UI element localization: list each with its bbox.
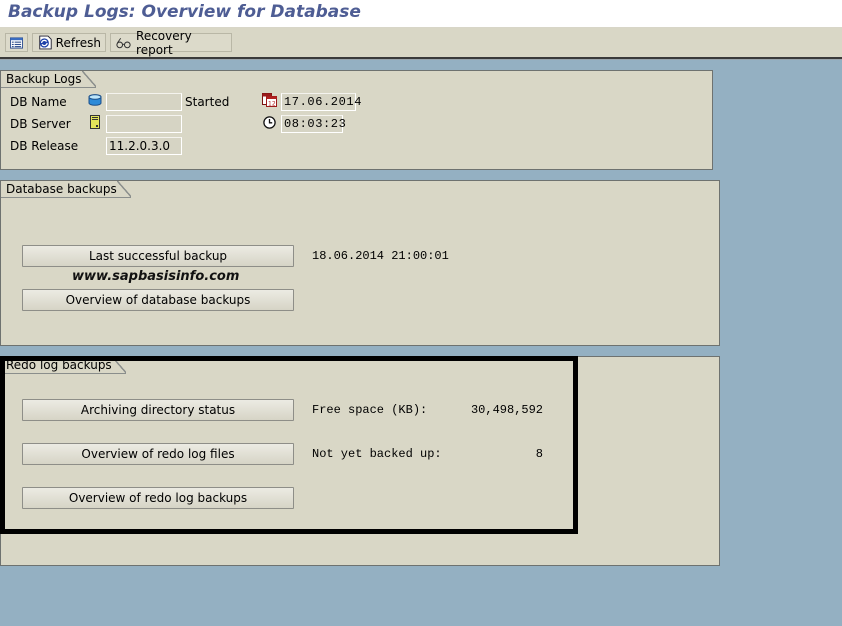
db-release-label: DB Release [10, 139, 79, 153]
overview-redo-log-files-button[interactable]: Overview of redo log files [22, 443, 294, 465]
recovery-report-button[interactable]: Recovery report [110, 29, 232, 57]
redo-log-backups-panel: Redo log backups Archiving directory sta… [0, 356, 720, 566]
database-backups-title: Database backups [1, 181, 131, 198]
overview-database-backups-button[interactable]: Overview of database backups [22, 289, 294, 311]
details-button[interactable] [5, 33, 28, 52]
started-time-field: 08:03:23 [281, 115, 346, 133]
db-name-field [106, 93, 182, 111]
database-backups-panel: Database backups Last successful backup … [0, 180, 720, 346]
db-server-field [106, 115, 182, 133]
database-icon [88, 94, 102, 106]
not-yet-backed-up-value: 8 [535, 447, 543, 461]
watermark-text: www.sapbasisinfo.com [72, 269, 240, 284]
backup-logs-title: Backup Logs [1, 71, 96, 88]
archiving-directory-status-button[interactable]: Archiving directory status [22, 399, 294, 421]
db-release-field: 11.2.0.3.0 [106, 137, 182, 155]
glasses-icon [116, 37, 131, 48]
redo-log-backups-title: Redo log backups [1, 357, 126, 374]
free-space-label: Free space (KB): [312, 403, 428, 417]
overview-redo-log-backups-button[interactable]: Overview of redo log backups [22, 487, 294, 509]
refresh-icon [39, 35, 52, 50]
free-space-value: 30,498,592 [470, 403, 543, 417]
application-toolbar: Refresh Recovery report [0, 28, 842, 59]
list-view-icon [10, 36, 23, 49]
started-label: Started [185, 95, 230, 109]
last-successful-backup-button[interactable]: Last successful backup [22, 245, 294, 267]
backup-logs-panel: Backup Logs DB Name DB Server DB Release… [0, 70, 713, 170]
last-successful-backup-value: 18.06.2014 21:00:01 [312, 249, 449, 263]
not-yet-backed-up-label: Not yet backed up: [312, 447, 442, 461]
calendar-icon: 12 [262, 93, 277, 107]
server-icon [90, 115, 100, 129]
clock-icon [263, 116, 276, 129]
svg-text:12: 12 [268, 101, 276, 108]
title-bar: Backup Logs: Overview for Database [0, 0, 842, 28]
refresh-label: Refresh [55, 35, 101, 50]
recovery-report-label: Recovery report [136, 28, 192, 57]
db-name-label: DB Name [10, 95, 67, 109]
page-title: Backup Logs: Overview for Database [8, 2, 361, 22]
started-date-field: 17.06.2014 [281, 93, 361, 111]
db-server-label: DB Server [10, 117, 71, 131]
refresh-button[interactable]: Refresh [32, 33, 106, 52]
